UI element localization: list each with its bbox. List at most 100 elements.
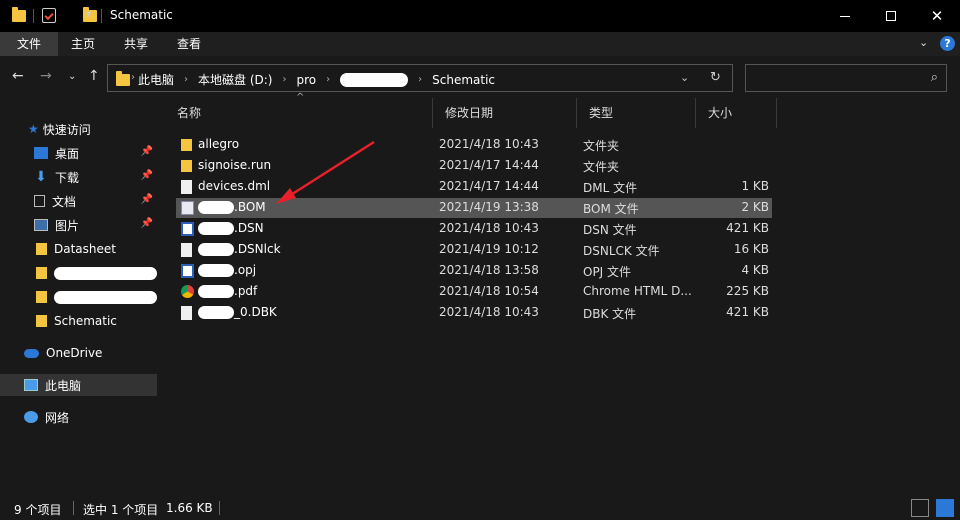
customize-toolbar-icon[interactable]: ▾: [86, 9, 91, 20]
tab-home[interactable]: 主页: [58, 32, 108, 56]
file-type: BOM 文件: [583, 202, 639, 216]
back-button[interactable]: ←: [12, 68, 24, 84]
sidebar-item-redacted[interactable]: [0, 286, 157, 308]
properties-icon[interactable]: [42, 8, 56, 23]
file-row[interactable]: signoise.run 2021/4/17 14:44 文件夹: [176, 156, 772, 176]
sidebar-item-datasheet[interactable]: Datasheet: [0, 238, 157, 260]
file-date: 2021/4/18 10:43: [439, 305, 539, 319]
sidebar-item-documents[interactable]: 文档 📌: [0, 190, 157, 212]
pin-icon: 📌: [140, 218, 153, 229]
folder-icon: [36, 243, 47, 255]
sidebar-item-desktop[interactable]: 桌面 📌: [0, 142, 157, 164]
file-name: _0.DBK: [198, 305, 277, 319]
redacted-filename: [198, 243, 234, 256]
chevron-right-icon: ›: [418, 74, 423, 85]
breadcrumb-pro[interactable]: pro: [296, 73, 316, 87]
maximize-button[interactable]: [868, 0, 914, 32]
file-size: 421 KB: [726, 305, 769, 319]
column-header-size[interactable]: 大小: [696, 98, 777, 128]
help-icon[interactable]: ?: [940, 36, 955, 51]
sidebar-item-this-pc[interactable]: 此电脑: [0, 374, 157, 396]
file-row[interactable]: .opj 2021/4/18 13:58 OPJ 文件 4 KB: [176, 261, 772, 281]
file-type: 文件夹: [583, 139, 620, 153]
file-date: 2021/4/17 14:44: [439, 179, 539, 193]
minimize-button[interactable]: [822, 0, 868, 32]
cloud-icon: [24, 348, 39, 358]
file-type: DBK 文件: [583, 307, 637, 321]
file-row[interactable]: _0.DBK 2021/4/18 10:43 DBK 文件 421 KB: [176, 303, 772, 323]
file-row[interactable]: .DSNlck 2021/4/19 10:12 DSNLCK 文件 16 KB: [176, 240, 772, 260]
file-type: DSN 文件: [583, 223, 637, 237]
redacted-filename: [198, 264, 234, 277]
window-title: Schematic: [110, 8, 173, 22]
file-type: DML 文件: [583, 181, 638, 195]
tab-share[interactable]: 共享: [110, 32, 162, 56]
file-icon: [181, 243, 192, 257]
expand-ribbon-icon[interactable]: ⌄: [919, 36, 928, 49]
ribbon: 文件 主页 共享 查看 ⌄ ?: [0, 32, 960, 56]
folder-icon: [181, 139, 192, 151]
sidebar-item-label: 快速访问: [42, 122, 91, 137]
sidebar-item-network[interactable]: 网络: [0, 406, 157, 428]
file-type: DSNLCK 文件: [583, 244, 660, 258]
breadcrumb-this-pc[interactable]: 此电脑: [138, 71, 174, 88]
file-row[interactable]: .DSN 2021/4/18 10:43 DSN 文件 421 KB: [176, 219, 772, 239]
column-header-date[interactable]: 修改日期: [433, 98, 577, 128]
large-icons-view-button[interactable]: [936, 499, 954, 517]
file-date: 2021/4/17 14:44: [439, 158, 539, 172]
file-row[interactable]: allegro 2021/4/18 10:43 文件夹: [176, 135, 772, 155]
redacted-filename: [198, 201, 234, 214]
redacted-filename: [198, 306, 234, 319]
search-icon: ⌕: [930, 70, 938, 85]
network-icon: [24, 411, 38, 423]
file-name: .opj: [198, 263, 256, 277]
column-header-type[interactable]: 类型: [577, 98, 696, 128]
file-size: 2 KB: [741, 200, 769, 214]
file-size: 421 KB: [726, 221, 769, 235]
sidebar-item-quick-access[interactable]: ★ 快速访问: [0, 118, 157, 140]
file-row[interactable]: .pdf 2021/4/18 10:54 Chrome HTML D... 225 K…: [176, 282, 772, 302]
column-header-name[interactable]: 名称: [165, 98, 433, 128]
breadcrumb: 此电脑 › 本地磁盘 (D:) › pro › › Schematic: [138, 71, 495, 88]
file-name-text: _0.DBK: [234, 305, 277, 319]
file-name: .DSN: [198, 221, 264, 235]
redacted-filename: [198, 222, 234, 235]
pin-icon: 📌: [140, 170, 153, 181]
file-row[interactable]: devices.dml 2021/4/17 14:44 DML 文件 1 KB: [176, 177, 772, 197]
file-date: 2021/4/18 13:58: [439, 263, 539, 277]
search-input[interactable]: ⌕: [745, 64, 947, 92]
star-icon: ★: [28, 122, 39, 136]
file-name: allegro: [198, 137, 239, 151]
breadcrumb-drive[interactable]: 本地磁盘 (D:): [198, 71, 272, 88]
redacted-filename: [198, 285, 234, 298]
breadcrumb-schematic[interactable]: Schematic: [432, 73, 495, 87]
file-name-text: .BOM: [234, 200, 266, 214]
file-name: devices.dml: [198, 179, 270, 193]
close-button[interactable]: ✕: [914, 0, 960, 32]
tab-file[interactable]: 文件: [0, 32, 58, 56]
selection-size: 1.66 KB: [166, 501, 213, 515]
details-view-button[interactable]: [911, 499, 929, 517]
folder-icon: [36, 267, 47, 279]
sidebar-item-onedrive[interactable]: OneDrive: [0, 342, 157, 364]
documents-icon: [34, 195, 45, 207]
redacted-breadcrumb: [340, 72, 409, 87]
address-dropdown-icon[interactable]: ⌄: [680, 71, 689, 84]
address-bar[interactable]: › 此电脑 › 本地磁盘 (D:) › pro › › Schematic ⌄ …: [107, 64, 733, 92]
refresh-icon[interactable]: ↻: [710, 70, 721, 85]
up-button[interactable]: ↑: [88, 68, 100, 84]
pictures-icon: [34, 219, 48, 231]
divider: [73, 501, 74, 515]
file-name-text: signoise.run: [198, 158, 272, 172]
sidebar-item-pictures[interactable]: 图片 📌: [0, 214, 157, 236]
file-row[interactable]: .BOM 2021/4/19 13:38 BOM 文件 2 KB: [176, 198, 772, 218]
sidebar-item-downloads[interactable]: ⬇ 下载 📌: [0, 166, 157, 188]
folder-icon: [181, 160, 192, 172]
sidebar-item-schematic[interactable]: Schematic: [0, 310, 157, 332]
forward-button[interactable]: →: [40, 68, 52, 84]
orcad-icon: [181, 264, 194, 278]
tab-view[interactable]: 查看: [164, 32, 214, 56]
file-size: 225 KB: [726, 284, 769, 298]
sidebar-item-redacted[interactable]: [0, 262, 157, 284]
recent-locations-icon[interactable]: ⌄: [68, 71, 76, 82]
